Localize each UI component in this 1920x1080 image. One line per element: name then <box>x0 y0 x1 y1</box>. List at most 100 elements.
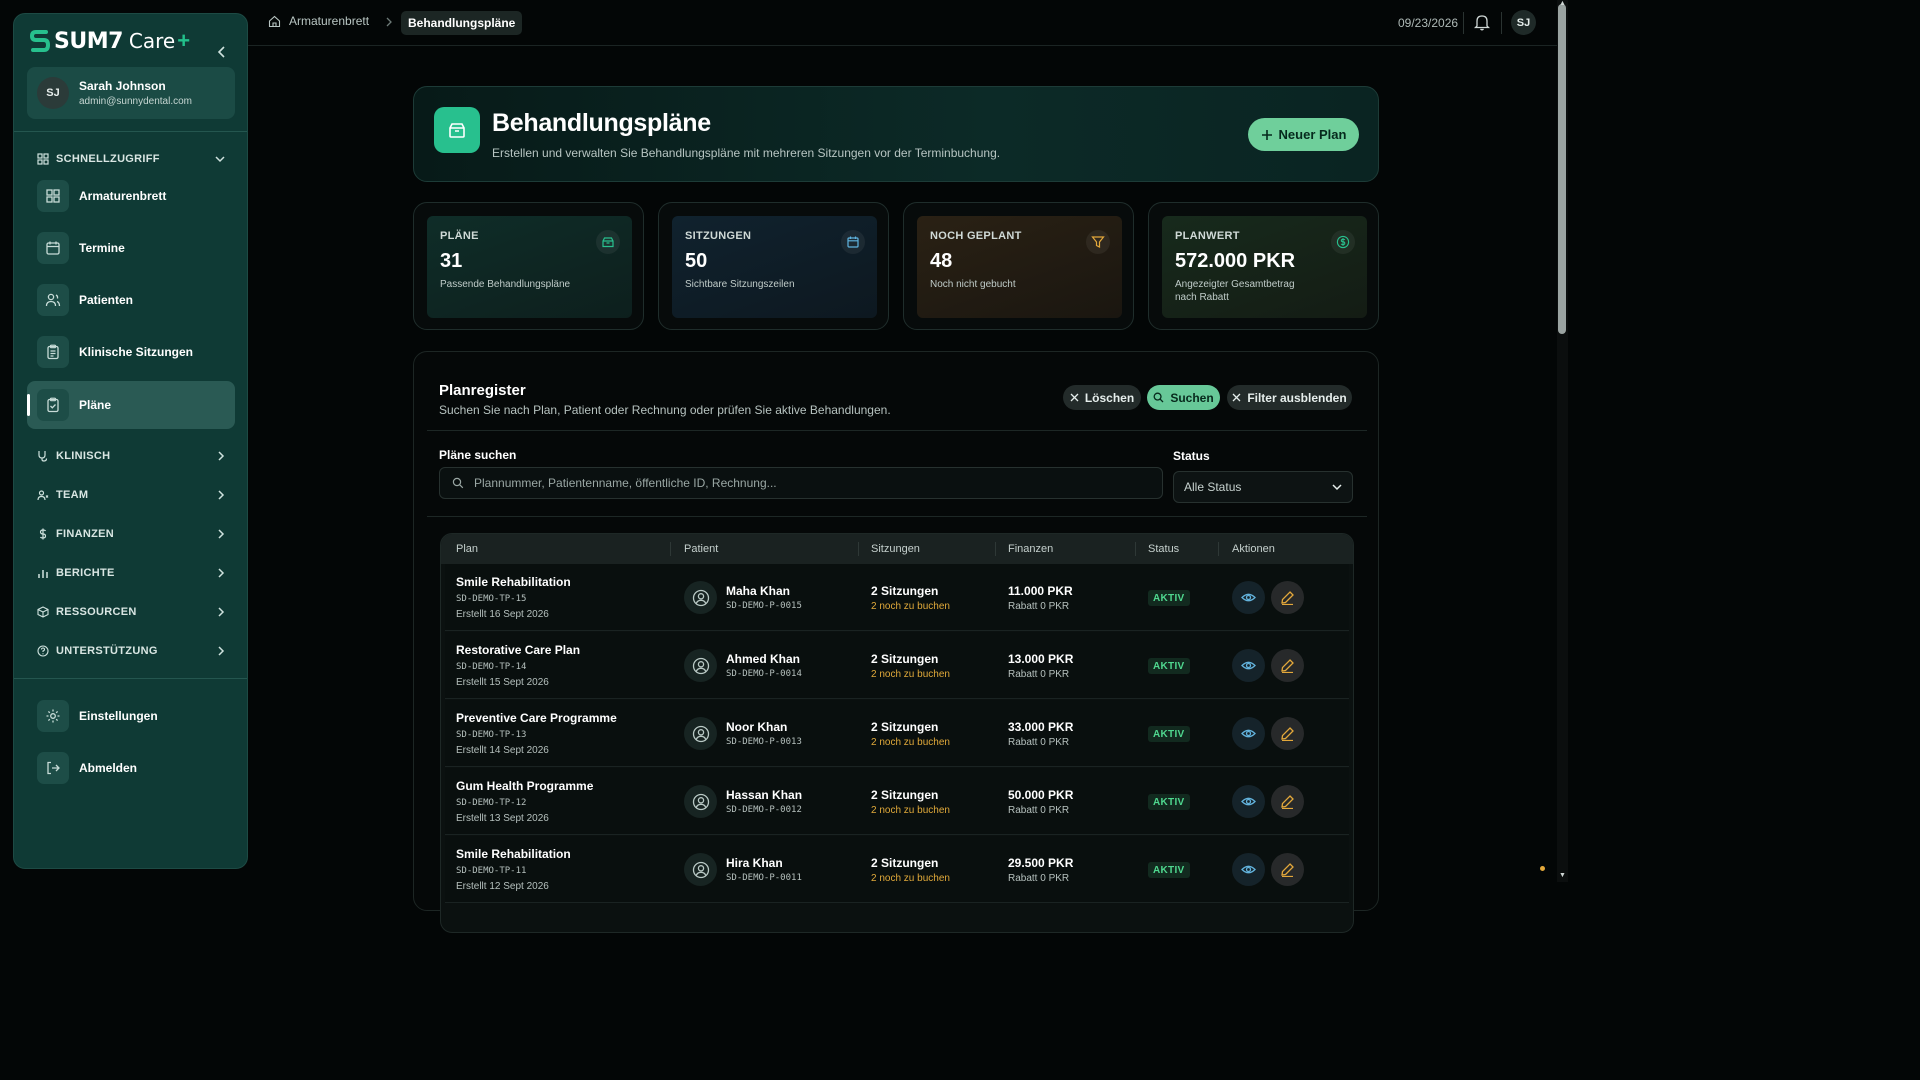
stat-value: 572.000 PKR <box>1175 250 1296 272</box>
view-button[interactable] <box>1232 717 1265 750</box>
plan-discount: Rabatt 0 PKR <box>1008 873 1070 884</box>
stat-card-body: NOCH GEPLANT 48 Noch nicht gebucht <box>917 216 1122 318</box>
sidebar-item-settings[interactable]: Einstellungen <box>27 692 235 740</box>
patient-id: SD-DEMO-P-0011 <box>726 873 802 883</box>
scroll-up-arrow-icon[interactable]: ▲ <box>1558 0 1567 7</box>
hide-filters-button[interactable]: Filter ausblenden <box>1227 385 1352 410</box>
status-select[interactable]: Alle Status <box>1173 471 1353 503</box>
search-input[interactable] <box>474 476 1134 490</box>
search-field[interactable] <box>439 467 1163 499</box>
current-date: 09/23/2026 <box>1398 16 1459 30</box>
table-row[interactable]: Gum Health Programme SD-DEMO-TP-12 Erstell… <box>445 768 1349 835</box>
user-circle-icon <box>684 717 717 750</box>
scroll-down-arrow-icon[interactable]: ▼ <box>1558 872 1567 879</box>
view-button[interactable] <box>1232 581 1265 614</box>
plan-cell: Smile Rehabilitation SD-DEMO-TP-15 Erstell… <box>456 575 571 620</box>
section-team[interactable]: TEAM <box>37 486 225 504</box>
edit-button[interactable] <box>1271 649 1304 682</box>
section-resources[interactable]: RESSOURCEN <box>37 603 225 621</box>
patient-id: SD-DEMO-P-0014 <box>726 669 802 679</box>
sidebar-item-plans[interactable]: Pläne <box>27 381 235 429</box>
plan-id: SD-DEMO-TP-12 <box>456 798 527 808</box>
sidebar-item-appointments[interactable]: Termine <box>27 224 235 272</box>
plan-name[interactable]: Restorative Care Plan <box>456 643 580 657</box>
section-label: TEAM <box>56 489 89 501</box>
session-count: 2 Sitzungen <box>871 584 939 598</box>
brand-product: Care <box>128 29 176 53</box>
collapse-sidebar-button[interactable] <box>212 42 232 62</box>
bell-icon[interactable] <box>1474 13 1490 31</box>
section-support[interactable]: UNTERSTÜTZUNG <box>37 642 225 660</box>
sessions-to-book: 2 noch zu buchen <box>871 669 950 680</box>
plan-id: SD-DEMO-TP-15 <box>456 594 527 604</box>
brand-logo[interactable]: SUM7 Care + <box>30 26 190 56</box>
view-button[interactable] <box>1232 785 1265 818</box>
pencil-icon <box>1280 862 1295 877</box>
patient-name[interactable]: Maha Khan <box>726 584 790 598</box>
plan-discount: Rabatt 0 PKR <box>1008 669 1070 680</box>
pencil-icon <box>1280 726 1295 741</box>
section-reports[interactable]: BERICHTE <box>37 564 225 582</box>
user-circle-icon <box>684 853 717 886</box>
table-header: Plan Patient Sitzungen Finanzen Status A… <box>441 534 1353 564</box>
user-card[interactable]: SJ Sarah Johnson admin@sunnydental.com <box>27 67 235 119</box>
sidebar-item-label: Termine <box>79 241 125 255</box>
new-plan-button[interactable]: Neuer Plan <box>1248 118 1359 151</box>
section-clinical[interactable]: KLINISCH <box>37 447 225 465</box>
view-button[interactable] <box>1232 853 1265 886</box>
section-finance[interactable]: FINANZEN <box>37 525 225 543</box>
plan-discount: Rabatt 0 PKR <box>1008 737 1070 748</box>
chevron-right-icon <box>218 646 225 656</box>
stat-card-body: SITZUNGEN 50 Sichtbare Sitzungszeilen <box>672 216 877 318</box>
close-icon <box>1070 393 1079 402</box>
register-title: Planregister <box>439 382 526 399</box>
sidebar-item-label: Patienten <box>79 293 134 307</box>
home-icon <box>268 15 281 27</box>
sidebar-item-logout[interactable]: Abmelden <box>27 744 235 792</box>
edit-button[interactable] <box>1271 581 1304 614</box>
plan-name[interactable]: Smile Rehabilitation <box>456 847 571 861</box>
sessions-to-book: 2 noch zu buchen <box>871 873 950 884</box>
clipboard-check-icon <box>37 389 69 421</box>
pencil-icon <box>1280 590 1295 605</box>
stat-description: Sichtbare Sitzungszeilen <box>685 279 795 290</box>
patient-name[interactable]: Hira Khan <box>726 856 783 870</box>
table-row[interactable]: Restorative Care Plan SD-DEMO-TP-14 Erstel… <box>445 632 1349 699</box>
chevron-right-icon <box>218 607 225 617</box>
plan-name[interactable]: Smile Rehabilitation <box>456 575 571 589</box>
patient-id: SD-DEMO-P-0013 <box>726 737 802 747</box>
edit-button[interactable] <box>1271 853 1304 886</box>
edit-button[interactable] <box>1271 717 1304 750</box>
table-row[interactable]: Smile Rehabilitation SD-DEMO-TP-11 Erstell… <box>445 836 1349 903</box>
breadcrumb-home[interactable]: Armaturenbrett <box>268 14 369 28</box>
patient-id: SD-DEMO-P-0015 <box>726 601 802 611</box>
edit-button[interactable] <box>1271 785 1304 818</box>
sidebar-item-patients[interactable]: Patienten <box>27 276 235 324</box>
sidebar-item-dashboard[interactable]: Armaturenbrett <box>27 172 235 220</box>
clear-button[interactable]: Löschen <box>1063 385 1141 410</box>
scrollbar-thumb[interactable] <box>1558 4 1566 334</box>
patient-name[interactable]: Ahmed Khan <box>726 652 800 666</box>
user-circle-icon <box>684 649 717 682</box>
sidebar-item-clinical-sessions[interactable]: Klinische Sitzungen <box>27 328 235 376</box>
table-row[interactable]: Preventive Care Programme SD-DEMO-TP-13 Er… <box>445 700 1349 767</box>
chevron-right-icon <box>218 529 225 539</box>
plan-name[interactable]: Preventive Care Programme <box>456 711 617 725</box>
stat-card-sessions: SITZUNGEN 50 Sichtbare Sitzungszeilen <box>658 202 889 330</box>
status-badge: AKTIV <box>1148 794 1190 810</box>
section-quick-access[interactable]: SCHNELLZUGRIFF <box>37 150 225 168</box>
table-row[interactable]: Smile Rehabilitation SD-DEMO-TP-15 Erstell… <box>445 564 1349 631</box>
avatar[interactable]: SJ <box>1511 10 1536 35</box>
sessions-to-book: 2 noch zu buchen <box>871 737 950 748</box>
patient-name[interactable]: Noor Khan <box>726 720 787 734</box>
patient-name[interactable]: Hassan Khan <box>726 788 802 802</box>
view-button[interactable] <box>1232 649 1265 682</box>
section-label: SCHNELLZUGRIFF <box>56 153 160 165</box>
search-button[interactable]: Suchen <box>1147 385 1220 410</box>
sidebar-item-label: Einstellungen <box>79 709 158 723</box>
stat-label: NOCH GEPLANT <box>930 230 1022 242</box>
topbar: Armaturenbrett Behandlungspläne 09/23/20… <box>248 0 1558 46</box>
new-plan-label: Neuer Plan <box>1278 127 1347 142</box>
plan-name[interactable]: Gum Health Programme <box>456 779 593 793</box>
chevron-down-icon <box>1332 483 1342 490</box>
